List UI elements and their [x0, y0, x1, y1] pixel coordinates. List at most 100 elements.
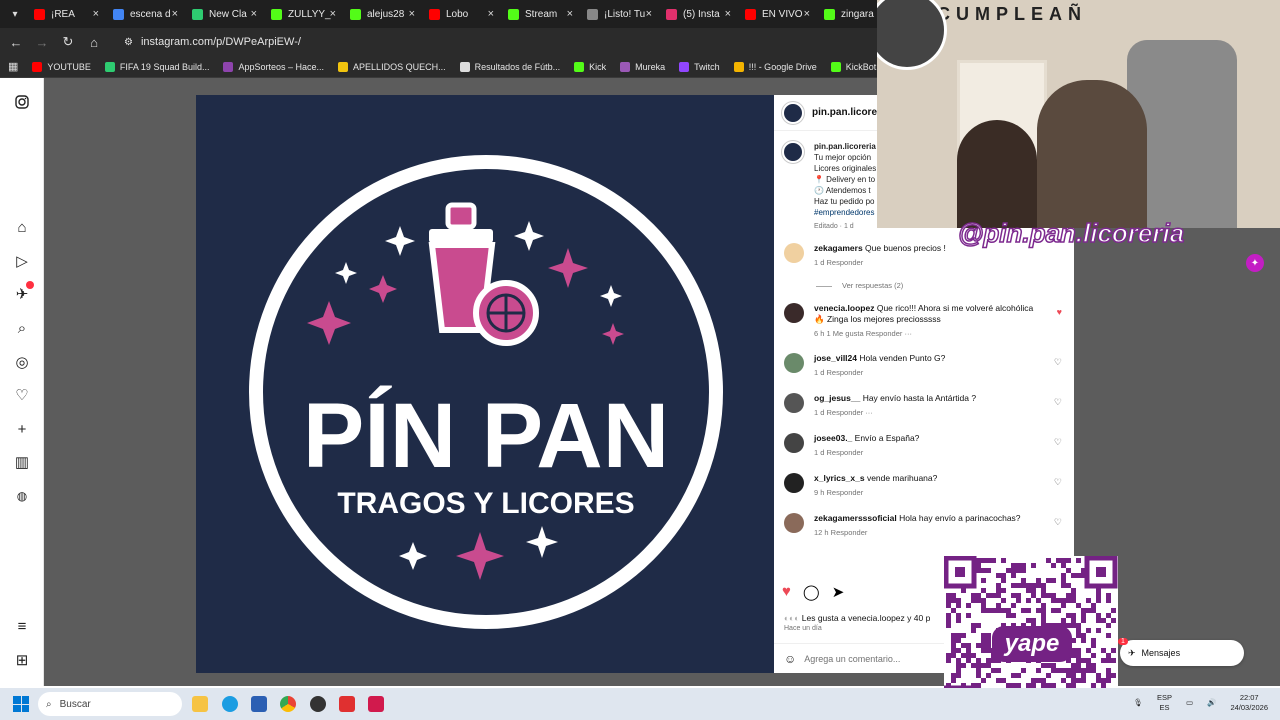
site-info-icon[interactable]: ⚙ — [124, 37, 133, 48]
bookmark-item[interactable]: Resultados de Fútb... — [459, 61, 560, 72]
emoji-icon[interactable]: ☺ — [784, 652, 796, 666]
tab-close-icon[interactable]: × — [409, 8, 415, 20]
tab-close-icon[interactable]: × — [93, 8, 99, 20]
profile-icon[interactable]: ◍ — [12, 486, 32, 506]
commenter-avatar[interactable] — [784, 433, 804, 453]
browser-tab[interactable]: New Cla × — [184, 3, 263, 25]
commenter-username[interactable]: josee03._ — [814, 433, 852, 443]
comment-like-icon[interactable]: ♡ — [1054, 397, 1062, 408]
caption-username[interactable]: pin.pan.licoreria — [814, 141, 880, 152]
commenter-avatar[interactable] — [784, 243, 804, 263]
bookmark-item[interactable]: APELLIDOS QUECH... — [338, 61, 446, 72]
messages-badge: 1 — [1118, 638, 1128, 645]
browser-tab[interactable]: ZULLYY_ × — [263, 3, 342, 25]
comment-item: zekagamersssoficial Hola hay envío a par… — [782, 513, 1072, 553]
commenter-username[interactable]: x_lyrics_x_s — [814, 473, 865, 483]
reels-icon[interactable]: ▷ — [12, 251, 32, 271]
commenter-avatar[interactable] — [784, 513, 804, 533]
add-comment-input[interactable]: Agrega un comentario... — [804, 654, 900, 664]
comment-like-icon[interactable]: ♡ — [1054, 437, 1062, 448]
tab-close-icon[interactable]: × — [172, 8, 178, 20]
apps-grid-icon[interactable]: ▦ — [8, 60, 18, 73]
instagram-logo-icon[interactable] — [12, 92, 32, 112]
bookmark-item[interactable]: Kick — [574, 61, 606, 72]
tab-close-icon[interactable]: × — [330, 8, 336, 20]
commenter-avatar[interactable] — [784, 473, 804, 493]
browser-tab[interactable]: alejus28 × — [342, 3, 421, 25]
back-icon[interactable]: ← — [4, 30, 28, 54]
tab-close-icon[interactable]: × — [646, 8, 652, 20]
commenter-avatar[interactable] — [784, 303, 804, 323]
clock[interactable]: 22:07 24/03/2026 — [1230, 693, 1268, 713]
tab-close-icon[interactable]: × — [725, 8, 731, 20]
browser-tab[interactable]: ¡REA × — [26, 3, 105, 25]
network-icon[interactable]: ▭ — [1186, 698, 1193, 708]
bookmark-item[interactable]: Twitch — [679, 61, 720, 72]
more-menu-icon[interactable]: ≡ — [12, 616, 32, 636]
explore-icon[interactable]: ◎ — [12, 352, 32, 372]
comment-like-icon[interactable]: ♥ — [1057, 307, 1062, 317]
birthday-banner: CUMPLEAÑ — [937, 4, 1087, 24]
bookmark-label: !!! - Google Drive — [748, 61, 817, 72]
obs-icon[interactable] — [310, 696, 326, 712]
bookmark-item[interactable]: Mureka — [620, 61, 665, 72]
account-avatar[interactable] — [782, 101, 804, 124]
forward-icon[interactable]: → — [30, 30, 54, 54]
messages-nav-icon[interactable]: ✈ — [12, 281, 34, 304]
store-icon[interactable] — [251, 696, 267, 712]
bookmark-item[interactable]: AppSorteos – Hace... — [223, 61, 324, 72]
browser-tab[interactable]: ¡Listo! Tu × — [579, 3, 658, 25]
view-replies-link[interactable]: Ver respuestas (2) — [816, 281, 903, 290]
bookmark-item[interactable]: YOUTUBE — [32, 61, 91, 72]
commenter-username[interactable]: zekagamersssoficial — [814, 513, 897, 523]
commenter-username[interactable]: jose_vill24 — [814, 353, 857, 363]
edge-icon[interactable] — [222, 696, 238, 712]
app-red-icon[interactable] — [339, 696, 355, 712]
volume-icon[interactable]: 🔊 — [1207, 698, 1216, 708]
browser-tab[interactable]: escena d × — [105, 3, 184, 25]
language-indicator[interactable]: ESP ES — [1157, 693, 1172, 713]
meta-apps-icon[interactable]: ⊞ — [12, 650, 32, 670]
webcam-overlay: CUMPLEAÑ — [877, 0, 1280, 228]
home-nav-icon[interactable]: ⌂ — [12, 217, 32, 237]
windows-start-icon[interactable] — [13, 696, 29, 712]
share-icon[interactable]: ➤ — [832, 583, 845, 601]
commenter-avatar[interactable] — [784, 353, 804, 373]
tab-close-icon[interactable]: × — [251, 8, 257, 20]
tab-close-icon[interactable]: × — [488, 8, 494, 20]
comment-like-icon[interactable]: ♡ — [1054, 477, 1062, 488]
comment-like-icon[interactable]: ♡ — [1054, 517, 1062, 528]
commenter-username[interactable]: zekagamers — [814, 243, 863, 253]
tab-list-button[interactable]: ▾ — [4, 3, 26, 25]
file-explorer-icon[interactable] — [192, 696, 208, 712]
browser-tab[interactable]: EN VIVO × — [737, 3, 816, 25]
bookmark-item[interactable]: !!! - Google Drive — [733, 61, 817, 72]
browser-tab[interactable]: Stream × — [500, 3, 579, 25]
tab-favicon-icon — [113, 8, 124, 20]
create-icon[interactable]: + — [12, 419, 32, 439]
search-nav-icon[interactable]: ⌕ — [12, 318, 32, 338]
dashboard-icon[interactable]: ▥ — [12, 452, 32, 472]
browser-tab[interactable]: Lobo × — [421, 3, 500, 25]
taskbar-search[interactable]: ⌕ Buscar — [38, 692, 182, 716]
tab-close-icon[interactable]: × — [567, 8, 573, 20]
caption-avatar[interactable] — [782, 141, 804, 163]
mic-icon[interactable]: 🎙 — [1133, 698, 1143, 708]
home-icon[interactable]: ⌂ — [82, 30, 106, 54]
browser-tab[interactable]: (5) Insta × — [658, 3, 737, 25]
likes-summary[interactable]: ◐◐◐ Les gusta a venecia.loopez y 40 p — [784, 613, 930, 623]
reload-icon[interactable]: ↻ — [56, 30, 80, 54]
bookmark-item[interactable]: FIFA 19 Squad Build... — [104, 61, 209, 72]
like-heart-icon[interactable]: ♥ — [782, 583, 791, 601]
notifications-icon[interactable]: ♡ — [12, 385, 32, 405]
commenter-username[interactable]: og_jesus__ — [814, 393, 860, 403]
commenter-avatar[interactable] — [784, 393, 804, 413]
messages-button[interactable]: ✈ Mensajes 1 — [1118, 638, 1244, 666]
overlay-settings-icon[interactable]: ✦ — [1246, 254, 1264, 272]
comment-like-icon[interactable]: ♡ — [1054, 357, 1062, 368]
tab-close-icon[interactable]: × — [804, 8, 810, 20]
chrome-icon[interactable] — [280, 696, 296, 712]
app-pink-icon[interactable] — [368, 696, 384, 712]
commenter-username[interactable]: venecia.loopez — [814, 303, 874, 313]
comment-icon[interactable]: ◯ — [803, 583, 820, 601]
